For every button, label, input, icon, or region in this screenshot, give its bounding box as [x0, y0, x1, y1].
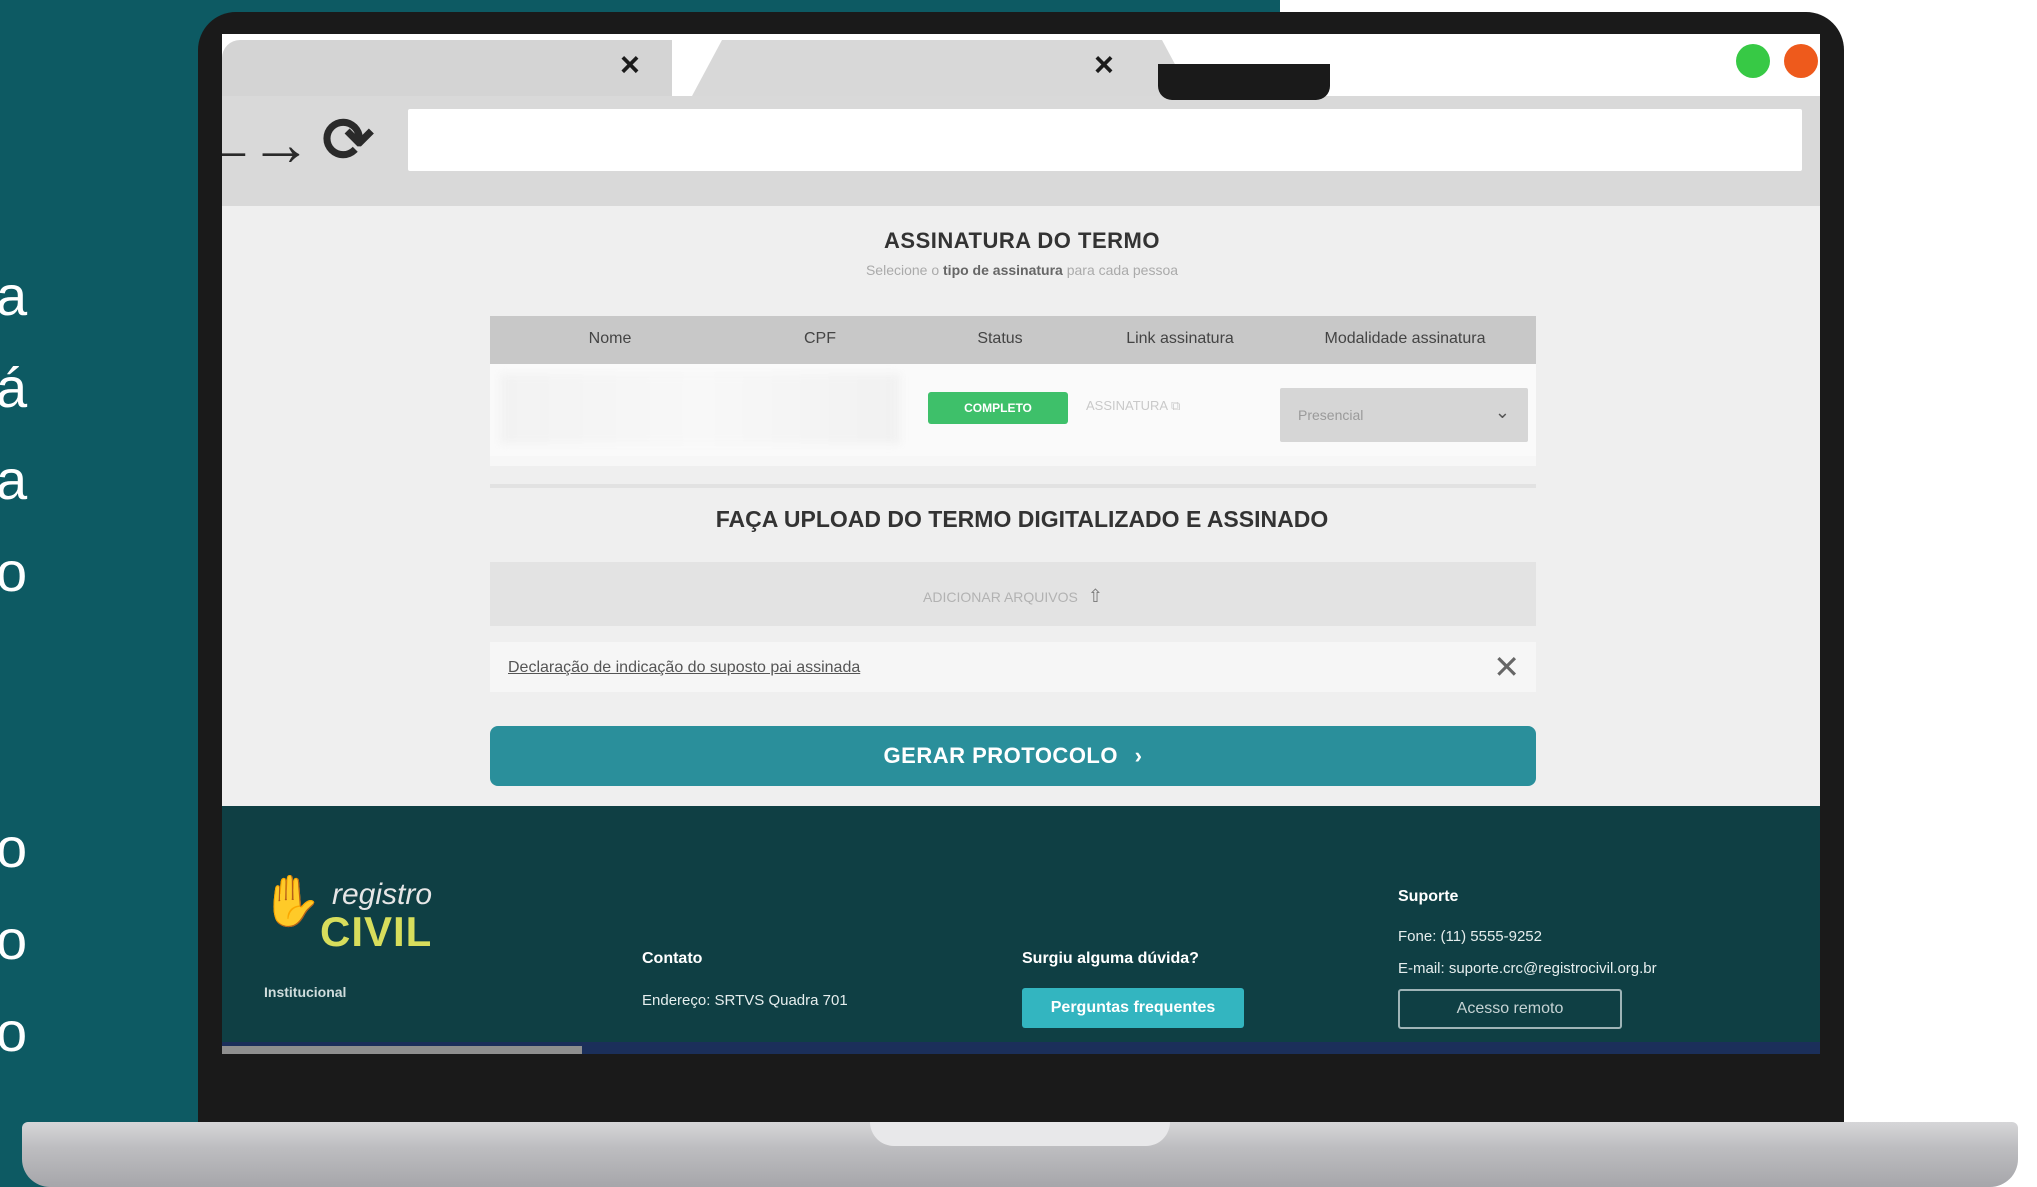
signature-mode-select[interactable]: Presencial ⌄ [1280, 388, 1528, 442]
close-icon[interactable]: × [620, 46, 640, 85]
signature-mode-value: Presencial [1298, 407, 1364, 423]
uploaded-file-item: Declaração de indicação do suposto pai a… [490, 642, 1536, 692]
window-close-dot[interactable] [1784, 44, 1818, 78]
uploaded-file-link[interactable]: Declaração de indicação do suposto pai a… [508, 659, 860, 677]
remote-access-button[interactable]: Acesso remoto [1398, 989, 1622, 1029]
section-divider [490, 484, 1536, 488]
logo-text-bottom: CIVIL [320, 908, 433, 955]
side-letter: o [0, 816, 28, 879]
side-text: a á a o o o o [0, 250, 36, 1078]
stage: a á a o o o o × × ← → ⟳ ASSINATURA DO TE… [0, 0, 2037, 1187]
add-files-button[interactable]: ADICIONAR ARQUIVOS ⇧ [490, 562, 1536, 626]
column-header-cpf: CPF [804, 330, 836, 347]
signature-link[interactable]: ASSINATURA ⧉ [1086, 398, 1180, 414]
faq-button[interactable]: Perguntas frequentes [1022, 988, 1244, 1028]
close-icon[interactable]: × [1094, 46, 1114, 85]
url-bar[interactable] [408, 109, 1802, 171]
side-letter: a [0, 448, 28, 511]
chevron-down-icon: ⌄ [1494, 402, 1510, 422]
upload-section-title: FAÇA UPLOAD DO TERMO DIGITALIZADO E ASSI… [715, 506, 1329, 532]
contact-address: Endereço: SRTVS Quadra 701 [642, 992, 848, 1009]
browser-tab-bar: × × [222, 34, 1820, 96]
laptop-screen: × × ← → ⟳ ASSINATURA DO TERMO Selecione … [222, 34, 1820, 1054]
upload-icon: ⇧ [1087, 586, 1103, 606]
browser-tab[interactable]: × [222, 40, 672, 96]
camera-notch [1158, 64, 1330, 100]
subtitle-bold-text: tipo de assinatura [943, 262, 1063, 278]
table-header: Nome CPF Status Link assinatura Modalida… [490, 316, 1536, 364]
logo-text-top: registro [332, 878, 433, 911]
subtitle-text: Selecione o [865, 262, 940, 278]
site-footer: ✋ registro CIVIL Institucional Contato E… [222, 806, 1820, 1054]
column-header-modalidade: Modalidade assinatura [1324, 330, 1486, 347]
add-files-text: ADICIONAR ARQUIVOS [923, 589, 1078, 605]
status-badge: COMPLETO [928, 392, 1068, 424]
chevron-right-icon: › [1134, 743, 1143, 768]
side-letter: a [0, 264, 28, 327]
forward-arrow-icon[interactable]: → [250, 114, 312, 176]
support-email[interactable]: E-mail: suporte.crc@registrocivil.org.br [1398, 960, 1657, 977]
contact-heading: Contato [642, 950, 703, 967]
reload-icon[interactable]: ⟳ [322, 110, 374, 172]
remove-file-close-icon[interactable]: ✕ [1493, 648, 1520, 686]
blurred-personal-data [500, 374, 900, 444]
registro-civil-logo[interactable]: ✋ registro CIVIL [260, 866, 460, 956]
horizontal-scrollbar-thumb[interactable] [222, 1046, 582, 1054]
column-header-status: Status [977, 330, 1023, 347]
faq-heading: Surgiu alguma dúvida? [1022, 950, 1199, 967]
page-title: ASSINATURA DO TERMO [884, 228, 1160, 253]
side-letter: o [0, 540, 28, 603]
browser-toolbar: ← → ⟳ [222, 96, 1820, 206]
support-heading: Suporte [1398, 888, 1459, 905]
subtitle-text: para cada pessoa [1066, 262, 1179, 278]
column-header-link: Link assinatura [1126, 330, 1234, 347]
page-subtitle: Selecione o tipo de assinatura para cada… [342, 262, 1702, 278]
page-content: ASSINATURA DO TERMO Selecione o tipo de … [222, 206, 1820, 806]
hands-logo-icon: ✋ [260, 873, 323, 929]
institutional-link[interactable]: Institucional [264, 984, 346, 1000]
copy-icon[interactable]: ⧉ [1171, 398, 1180, 413]
browser-tab[interactable]: × [692, 40, 1192, 96]
side-letter: o [0, 908, 28, 971]
add-files-label: ADICIONAR ARQUIVOS ⇧ [490, 586, 1536, 607]
signature-link-label: ASSINATURA [1086, 398, 1168, 413]
side-letter: á [0, 356, 28, 419]
laptop-base-notch [870, 1122, 1170, 1146]
signature-table: Nome CPF Status Link assinatura Modalida… [490, 316, 1536, 466]
column-header-nome: Nome [588, 330, 632, 347]
generate-protocol-button[interactable]: GERAR PROTOCOLO › [490, 726, 1536, 786]
generate-protocol-label: GERAR PROTOCOLO [883, 743, 1118, 768]
side-letter: o [0, 1000, 28, 1063]
support-phone: Fone: (11) 5555-9252 [1398, 928, 1542, 945]
window-maximize-dot[interactable] [1736, 44, 1770, 78]
table-row: COMPLETO ASSINATURA ⧉ Presencial ⌄ [490, 364, 1536, 456]
